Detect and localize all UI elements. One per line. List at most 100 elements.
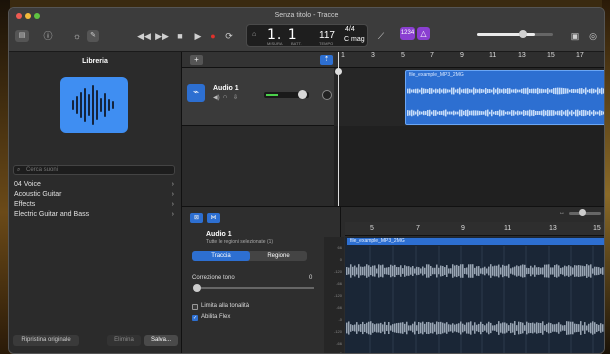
headphones-icon[interactable]: ∩ [223,94,227,100]
library-item-effects[interactable]: Effects › [14,200,174,210]
playhead-handle[interactable] [335,68,342,75]
editor-zoom-slider[interactable] [569,209,601,216]
save-button[interactable]: Salva... [144,335,178,346]
enable-flex-checkbox[interactable]: ✓ [192,315,198,321]
play-icon[interactable]: ▶ [192,30,204,42]
tracks-empty-area[interactable] [334,126,604,206]
waveform-bar [469,110,471,116]
waveform-bar [464,268,466,274]
waveform-bar [593,110,595,116]
waveform-bar [471,110,473,116]
waveform-bar [592,268,594,274]
pitch-correction-slider[interactable] [193,284,314,292]
smart-controls-icon[interactable]: ☼ [71,30,83,42]
pan-knob[interactable] [322,90,332,100]
timeline-ruler[interactable]: 1 3 5 7 9 11 13 15 17 [334,52,604,68]
waveform-bar [392,324,394,332]
waveform-bar [604,268,605,275]
add-track-button[interactable]: + [190,55,203,65]
tab-regione[interactable]: Regione [250,251,307,261]
playhead[interactable] [335,52,342,206]
waveform-bar [450,324,452,332]
waveform-bar [537,87,539,95]
editor-ruler[interactable]: 5 7 9 11 13 15 [345,222,604,236]
waveform-bar [442,322,444,334]
waveform-bar [411,109,413,117]
lcd-mode-icon[interactable]: ⌂ [252,31,256,38]
waveform-bar [532,322,534,334]
note-pad-icon[interactable]: ▣ [569,30,581,42]
catch-mode-icon[interactable]: ⊠ [190,213,203,223]
help-icon[interactable]: ⓘ [42,30,54,42]
library-item-04-voice[interactable]: 04 Voice › [14,180,174,190]
waveform-bar [420,322,422,334]
tuner-icon[interactable]: ⟋ [375,30,387,42]
fast-forward-icon[interactable]: ▶▶ [155,30,169,42]
region-waveform [407,87,604,117]
count-in-button[interactable]: 1234 [400,27,415,40]
tab-traccia[interactable]: Traccia [192,251,250,261]
waveform-bar [380,265,382,277]
waveform-bar [440,265,442,277]
input-monitor-icon[interactable]: ⇩ [233,94,238,101]
mute-icon[interactable]: ◀) [213,94,220,101]
waveform-bar [493,87,495,95]
waveform-bar [390,264,392,278]
editor-region-bar[interactable]: file_example_MP3_2MG [347,238,604,245]
waveform-bar [453,87,455,95]
waveform-bar [604,325,605,331]
limit-to-key-checkbox[interactable] [192,304,198,310]
library-title: Libreria [82,58,108,65]
waveform-bar [552,324,554,332]
track-volume-slider[interactable] [264,90,309,99]
record-icon[interactable]: ● [207,30,219,42]
editor-waveform-area[interactable]: file_example_MP3_2MG [345,237,605,353]
smart-tempo-icon[interactable]: ⇡ [320,55,333,65]
waveform-bar [549,89,551,93]
audio-region[interactable]: file_example_MP3_2MG [405,70,604,125]
waveform-bar [510,268,512,274]
editor-zoom-knob[interactable] [579,209,586,216]
rewind-icon[interactable]: ◀◀ [137,30,151,42]
library-toggle-icon[interactable]: ▤ [15,30,29,42]
cycle-icon[interactable]: ⟳ [223,30,235,42]
library-voice-artwork [60,77,128,133]
waveform-bar [551,110,553,116]
flex-mode-icon[interactable]: ⋈ [207,213,220,223]
track-header-audio-1[interactable]: ⌁ Audio 1 ◀) ∩ ⇩ [182,68,334,126]
waveform-bar [575,109,577,117]
waveform-bar [356,267,358,275]
waveform-bar [545,89,547,93]
waveform-bar [480,321,482,335]
editors-icon[interactable]: ✎ [87,30,99,42]
volume-knob[interactable] [298,90,307,99]
waveform-bar [460,321,462,335]
db-label: -66 [336,281,342,286]
waveform-bar [372,323,374,333]
restore-original-button[interactable]: Ripristina originale [13,335,79,346]
loop-browser-icon[interactable]: ◎ [587,30,599,42]
stop-icon[interactable]: ■ [174,30,186,42]
waveform-bar [432,267,434,275]
pitch-correction-knob[interactable] [193,284,201,292]
editor-ruler-tick: 13 [549,225,557,232]
waveform-bar [521,111,523,115]
db-label: -66 [336,305,342,310]
waveform-bar [535,110,537,116]
chevron-right-icon: › [171,201,174,208]
waveform-bar [505,88,507,94]
library-item-acoustic-guitar[interactable]: Acoustic Guitar › [14,190,174,200]
waveform-bar [456,323,458,333]
waveform-bar [416,266,418,276]
lcd-display[interactable]: ⌂ 1. 1 MISURA BATT. 117 TEMPO 4/4 C mag [246,24,368,47]
volume-knob[interactable] [519,30,527,38]
library-item-electric-guitar-bass[interactable]: Electric Guitar and Bass › [14,210,174,220]
waveform-bar [456,264,458,278]
library-search-input[interactable]: ⌕ Cerca suoni [13,165,175,175]
waveform-bar [416,325,418,331]
delete-button[interactable]: Elimina [107,335,141,346]
waveform-bar [438,267,440,275]
waveform-bar [518,321,520,335]
master-volume-slider[interactable] [477,30,553,38]
metronome-icon[interactable]: △ [417,27,430,40]
